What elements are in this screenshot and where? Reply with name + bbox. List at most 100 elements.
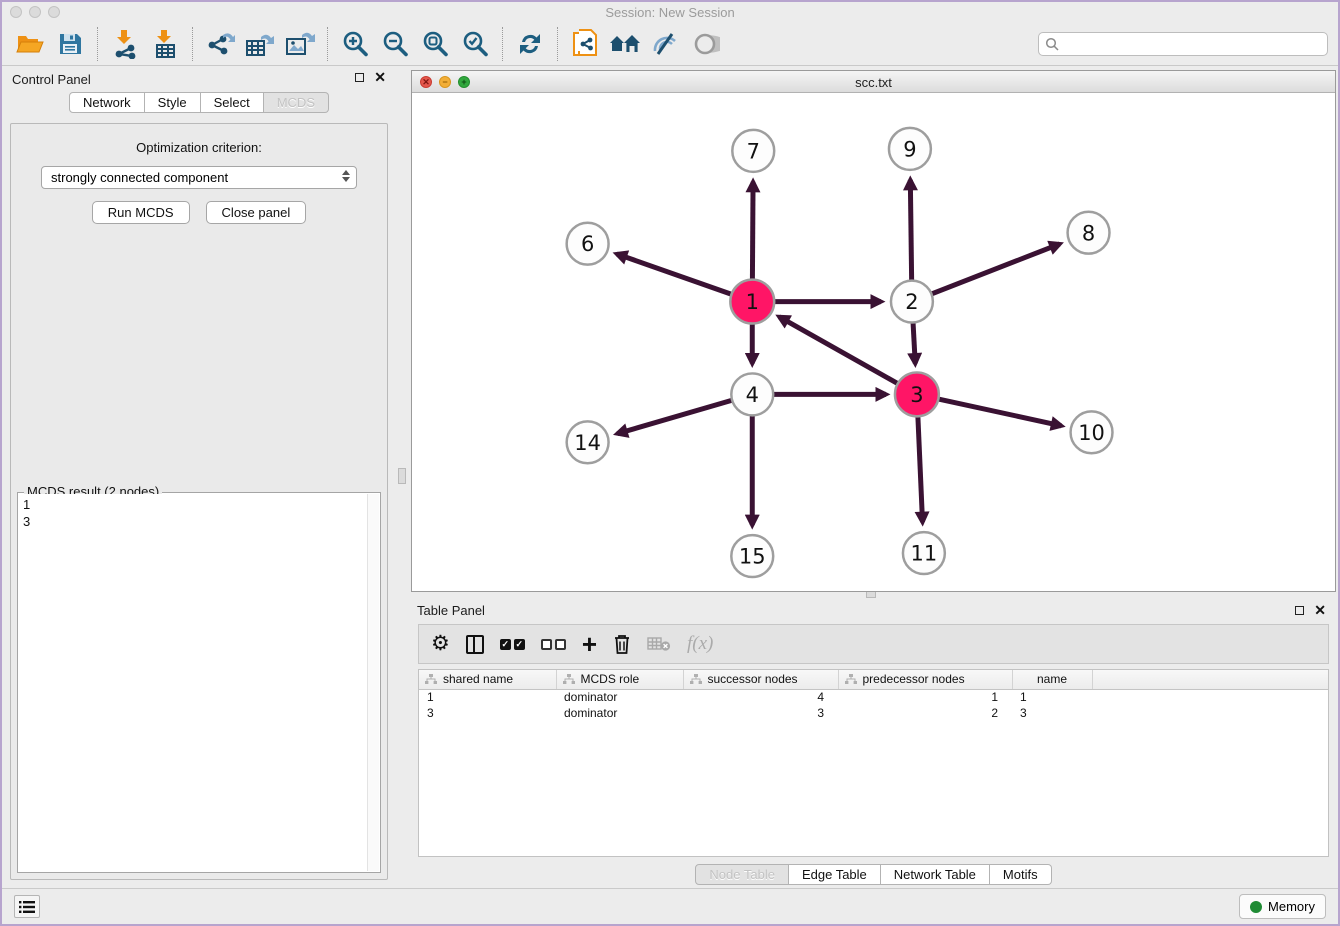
search-box [1038,32,1328,56]
close-table-panel-icon[interactable]: ✕ [1314,605,1326,615]
horizontal-splitter-handle[interactable] [866,591,876,598]
column-header-shared-name[interactable]: shared name [419,670,556,689]
graph-node-8[interactable]: 8 [1068,212,1110,254]
graph-edge-1-7[interactable] [752,182,753,284]
show-columns-icon[interactable]: ✓✓ [500,631,525,657]
home-icon[interactable] [607,27,643,61]
import-table-icon[interactable] [147,27,183,61]
svg-text:3: 3 [910,383,923,407]
graph-node-1[interactable]: 1 [730,280,774,324]
table-row[interactable]: 1dominator411 [419,689,1328,705]
zoom-fit-icon[interactable] [417,27,453,61]
export-table-icon[interactable] [242,27,278,61]
clone-network-icon[interactable] [567,27,603,61]
column-header-MCDS-role[interactable]: MCDS role [556,670,683,689]
column-header-successor-nodes[interactable]: successor nodes [683,670,838,689]
graph-node-6[interactable]: 6 [567,223,609,265]
close-panel-icon[interactable]: ✕ [374,72,386,82]
vertical-splitter-handle[interactable] [398,468,406,484]
svg-text:14: 14 [574,431,601,455]
svg-text:2: 2 [905,290,918,314]
main-toolbar [2,22,1338,66]
graph-edge-2-3[interactable] [913,320,915,364]
mcds-result-item: 3 [23,513,363,530]
zoom-out-icon[interactable] [377,27,413,61]
app-window: Session: New Session [0,0,1340,926]
graph-node-15[interactable]: 15 [731,535,773,577]
float-panel-icon[interactable] [355,73,364,82]
export-network-icon[interactable] [202,27,238,61]
open-session-icon[interactable] [12,27,48,61]
graph-edge-1-6[interactable] [617,254,736,296]
graph-edge-3-10[interactable] [934,398,1061,426]
graph-edge-4-14[interactable] [617,399,735,433]
search-icon [1045,37,1059,51]
svg-text:9: 9 [903,137,916,161]
tab-network[interactable]: Network [69,92,145,113]
svg-text:7: 7 [747,139,760,163]
table-panel-title: Table Panel [417,603,485,618]
svg-text:1: 1 [746,290,759,314]
svg-text:6: 6 [581,232,594,256]
eye-icon[interactable] [687,27,723,61]
hide-columns-icon[interactable] [541,631,566,657]
tab-node-table[interactable]: Node Table [695,864,789,885]
task-history-button[interactable] [14,895,40,918]
delete-table-icon[interactable] [647,631,671,657]
graph-node-3[interactable]: 3 [895,372,939,416]
graph-edge-3-11[interactable] [918,412,923,522]
table-row[interactable]: 3dominator323 [419,705,1328,721]
tab-motifs[interactable]: Motifs [990,864,1052,885]
graph-node-14[interactable]: 14 [567,421,609,463]
run-mcds-button[interactable]: Run MCDS [92,201,190,224]
add-column-icon[interactable]: + [582,631,597,657]
tab-select[interactable]: Select [201,92,264,113]
result-scrollbar[interactable] [367,494,379,871]
svg-text:10: 10 [1078,421,1105,445]
zoom-selected-icon[interactable] [457,27,493,61]
import-network-icon[interactable] [107,27,143,61]
gear-icon[interactable]: ⚙ [431,631,450,657]
tab-style[interactable]: Style [145,92,201,113]
graph-edge-2-9[interactable] [910,180,911,284]
graph-node-9[interactable]: 9 [889,128,931,170]
save-session-icon[interactable] [52,27,88,61]
refresh-icon[interactable] [512,27,548,61]
network-canvas[interactable]: 7 9 6 8 1 2 4 3 14 10 15 11 [412,93,1335,591]
table-toolbar: ⚙ ✓✓ + f(x) [418,624,1329,664]
graph-node-10[interactable]: 10 [1071,411,1113,453]
network-view-window: ✕ − + scc.txt 7 9 6 8 1 2 4 3 14 10 15 11 [411,70,1336,592]
graph-node-7[interactable]: 7 [732,130,774,172]
window-title: Session: New Session [2,5,1338,20]
graph-edge-3-1[interactable] [779,317,901,386]
memory-status-icon [1250,901,1262,913]
graphics-details-icon[interactable] [647,27,683,61]
network-window-title: scc.txt [412,75,1335,90]
graph-edge-2-8[interactable] [929,244,1060,295]
tab-mcds[interactable]: MCDS [264,92,329,113]
split-columns-icon[interactable] [466,631,484,657]
mcds-result-list[interactable]: 13 [19,494,367,871]
zoom-in-icon[interactable] [337,27,373,61]
function-builder-icon[interactable]: f(x) [687,631,713,657]
list-icon [19,900,35,914]
status-bar: Memory [2,888,1338,924]
control-panel: Control Panel ✕ NetworkStyleSelectMCDS O… [2,66,396,888]
export-image-icon[interactable] [282,27,318,61]
column-header-name[interactable]: name [1012,670,1092,689]
mcds-result-group: MCDS result (2 nodes) 13 [17,492,381,873]
graph-node-4[interactable]: 4 [731,373,773,415]
tab-network-table[interactable]: Network Table [881,864,990,885]
float-table-panel-icon[interactable] [1295,606,1304,615]
optimization-dropdown[interactable]: strongly connected component [41,166,357,189]
memory-button[interactable]: Memory [1239,894,1326,919]
graph-node-11[interactable]: 11 [903,532,945,574]
graph-node-2[interactable]: 2 [891,281,933,323]
delete-column-icon[interactable] [613,631,631,657]
column-header-predecessor-nodes[interactable]: predecessor nodes [838,670,1012,689]
network-window-titlebar[interactable]: ✕ − + scc.txt [412,71,1335,93]
tab-edge-table[interactable]: Edge Table [789,864,881,885]
optimization-dropdown-value: strongly connected component [51,170,228,185]
search-input[interactable] [1063,37,1321,51]
close-panel-button[interactable]: Close panel [206,201,307,224]
